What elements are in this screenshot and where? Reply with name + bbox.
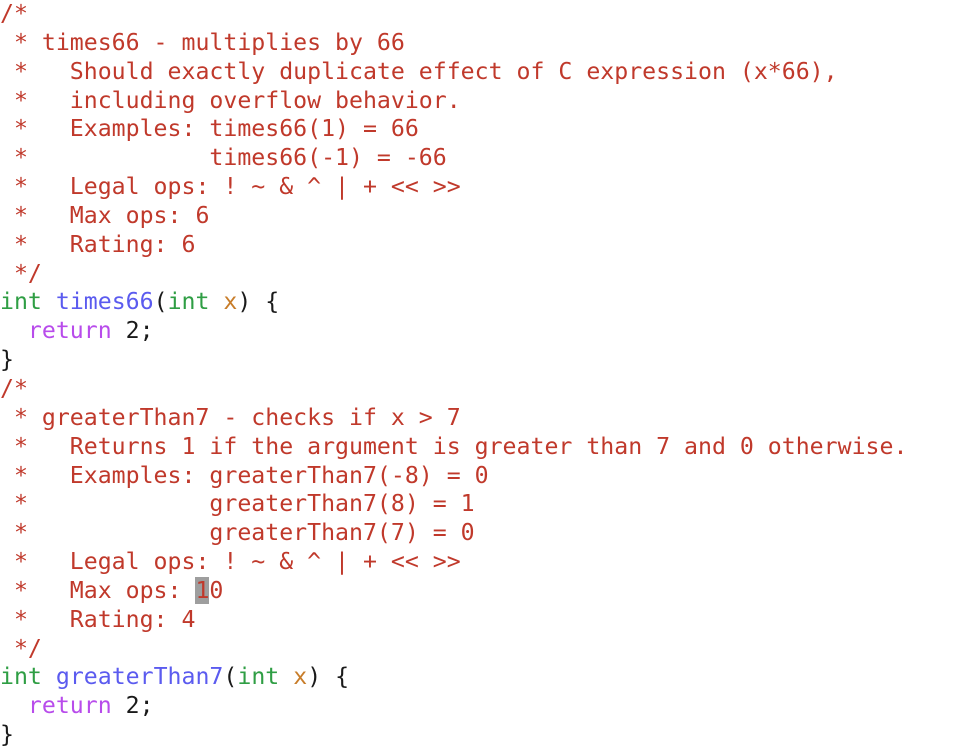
code-token: * Rating: 6 bbox=[0, 230, 196, 258]
code-line[interactable]: * Rating: 6 bbox=[0, 231, 954, 260]
code-token: int bbox=[0, 663, 42, 691]
code-editor[interactable]: /* * times66 - multiplies by 66 * Should… bbox=[0, 0, 954, 750]
code-token: ( bbox=[223, 663, 238, 691]
code-line[interactable]: int times66(int x) { bbox=[0, 288, 954, 317]
code-token: 2; bbox=[125, 317, 154, 345]
code-line[interactable]: * greaterThan7(8) = 1 bbox=[0, 490, 954, 519]
code-token: */ bbox=[0, 634, 42, 662]
code-token: * Legal ops: ! ~ & ^ | + << >> bbox=[0, 548, 461, 576]
code-line[interactable]: * Legal ops: ! ~ & ^ | + << >> bbox=[0, 548, 954, 577]
code-token: * greaterThan7(8) = 1 bbox=[0, 490, 475, 518]
code-token: ( bbox=[153, 288, 168, 316]
code-line[interactable]: */ bbox=[0, 260, 954, 289]
code-token: greaterThan7 bbox=[55, 663, 224, 691]
code-token: * greaterThan7 - checks if x > 7 bbox=[0, 403, 461, 431]
code-line[interactable]: int greaterThan7(int x) { bbox=[0, 663, 954, 692]
code-token: /* bbox=[0, 0, 28, 27]
code-line[interactable]: * times66 - multiplies by 66 bbox=[0, 29, 954, 58]
code-line[interactable]: * times66(-1) = -66 bbox=[0, 144, 954, 173]
code-token: * Rating: 4 bbox=[0, 605, 196, 633]
code-line[interactable]: } bbox=[0, 346, 954, 375]
code-token: } bbox=[0, 721, 14, 749]
code-token: x bbox=[293, 663, 308, 691]
code-line[interactable]: * Should exactly duplicate effect of C e… bbox=[0, 58, 954, 87]
code-line[interactable]: * Max ops: 10 bbox=[0, 576, 954, 606]
code-token: int bbox=[237, 663, 280, 691]
code-line[interactable]: * including overflow behavior. bbox=[0, 87, 954, 116]
code-token: /* bbox=[0, 374, 28, 402]
code-token: x bbox=[223, 288, 238, 316]
code-line[interactable]: * greaterThan7 - checks if x > 7 bbox=[0, 404, 954, 433]
code-token: * times66(-1) = -66 bbox=[0, 144, 447, 172]
code-line[interactable]: * Returns 1 if the argument is greater t… bbox=[0, 433, 954, 462]
code-content[interactable]: /* * times66 - multiplies by 66 * Should… bbox=[0, 0, 954, 750]
code-line[interactable]: return 2; bbox=[0, 317, 954, 346]
code-token: ) { bbox=[237, 288, 280, 316]
code-token: */ bbox=[0, 259, 42, 287]
code-line[interactable]: } bbox=[0, 721, 954, 750]
text-cursor: 1 bbox=[195, 576, 210, 604]
code-token: * Max ops: bbox=[0, 576, 196, 604]
code-token: int bbox=[167, 288, 210, 316]
code-token: } bbox=[0, 346, 14, 374]
code-line[interactable]: * Examples: times66(1) = 66 bbox=[0, 115, 954, 144]
code-line[interactable]: */ bbox=[0, 635, 954, 664]
code-token: times66 bbox=[55, 288, 154, 316]
code-token: * greaterThan7(7) = 0 bbox=[0, 519, 475, 547]
code-token: return bbox=[27, 692, 112, 720]
code-token: ) { bbox=[307, 663, 350, 691]
code-line[interactable]: /* bbox=[0, 375, 954, 404]
code-token: * times66 - multiplies by 66 bbox=[0, 28, 405, 56]
code-token: * Examples: greaterThan7(-8) = 0 bbox=[0, 461, 489, 489]
code-line[interactable]: * Max ops: 6 bbox=[0, 202, 954, 231]
code-token: * Legal ops: ! ~ & ^ | + << >> bbox=[0, 173, 461, 201]
code-line[interactable]: return 2; bbox=[0, 692, 954, 721]
code-line[interactable]: * Legal ops: ! ~ & ^ | + << >> bbox=[0, 173, 954, 202]
code-token: int bbox=[0, 288, 42, 316]
code-token: * Examples: times66(1) = 66 bbox=[0, 115, 419, 143]
code-token: * including overflow behavior. bbox=[0, 86, 461, 114]
code-token: * Max ops: 6 bbox=[0, 201, 210, 229]
code-token: 2; bbox=[125, 692, 154, 720]
code-token: * Should exactly duplicate effect of C e… bbox=[0, 57, 838, 85]
code-line[interactable]: * Rating: 4 bbox=[0, 606, 954, 635]
code-token: * Returns 1 if the argument is greater t… bbox=[0, 432, 908, 460]
code-line[interactable]: * greaterThan7(7) = 0 bbox=[0, 519, 954, 548]
code-line[interactable]: * Examples: greaterThan7(-8) = 0 bbox=[0, 462, 954, 491]
code-token: return bbox=[27, 317, 112, 345]
code-token: 0 bbox=[209, 576, 224, 604]
code-line[interactable]: /* bbox=[0, 0, 954, 29]
